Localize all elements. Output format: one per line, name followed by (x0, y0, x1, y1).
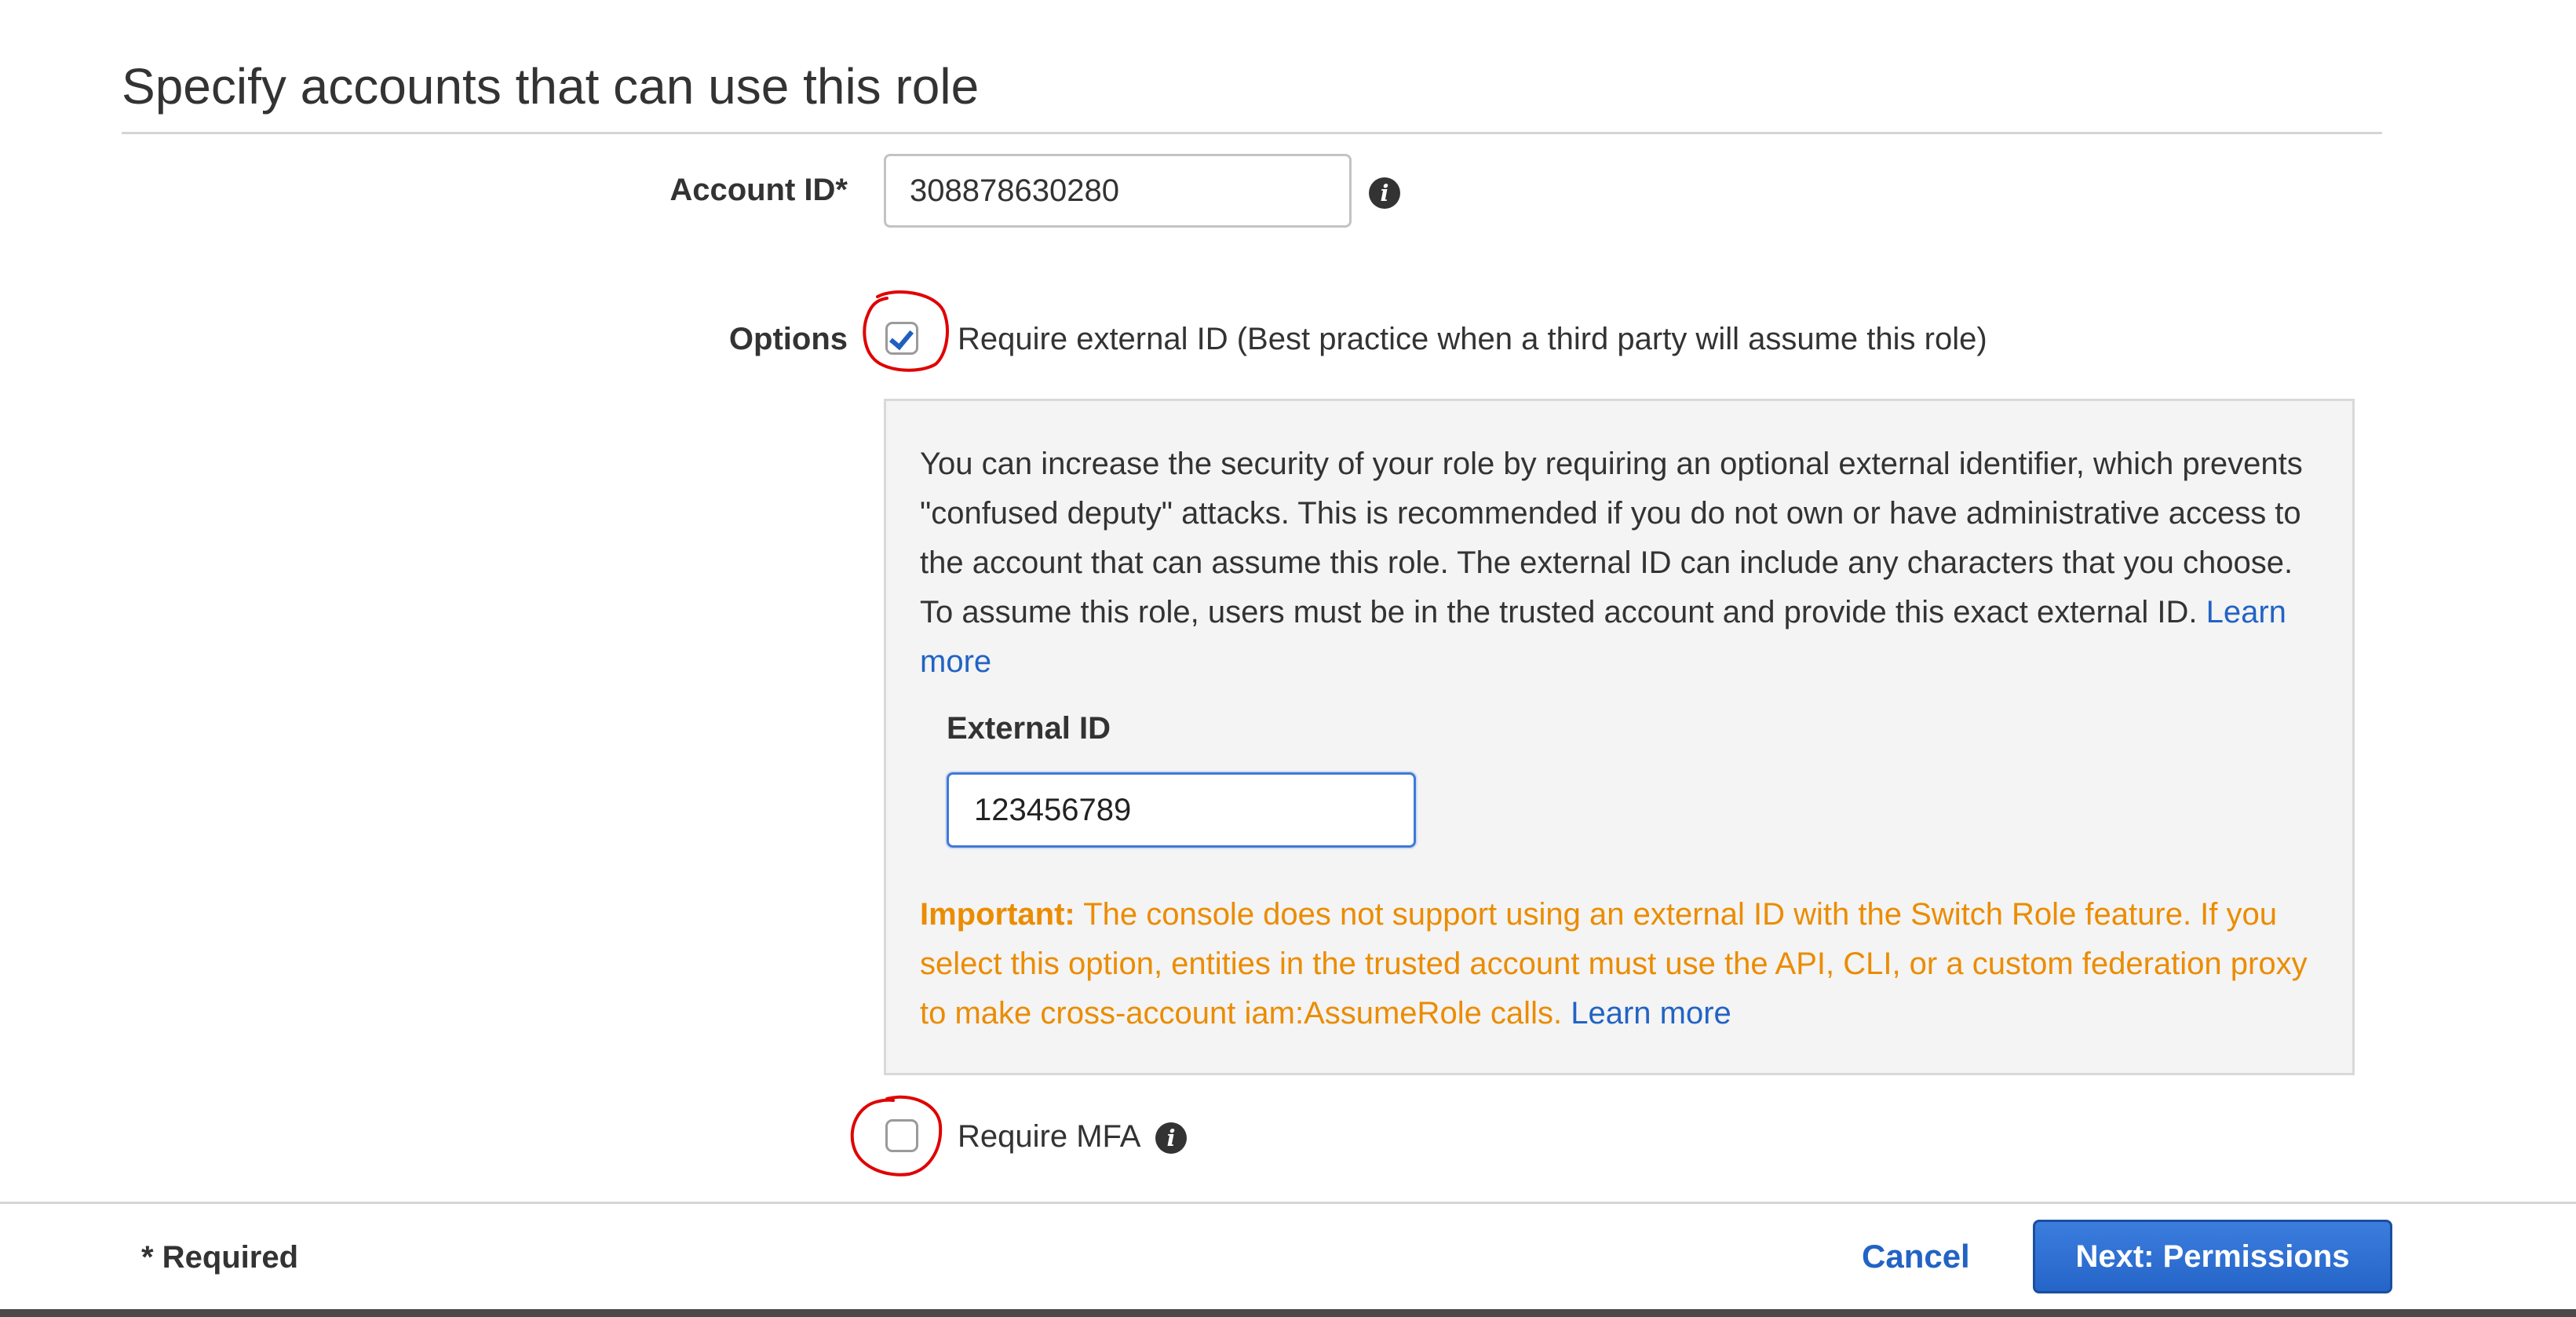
next-permissions-button[interactable]: Next: Permissions (2033, 1220, 2392, 1293)
description-text: You can increase the security of your ro… (920, 447, 2303, 629)
section-divider (122, 132, 2382, 134)
checkmark-icon (888, 324, 914, 351)
external-id-input[interactable] (947, 772, 1416, 848)
info-icon[interactable]: i (1155, 1122, 1187, 1154)
section-title: Specify accounts that can use this role (122, 58, 980, 115)
required-note: * Required (141, 1240, 299, 1275)
external-id-description: You can increase the security of your ro… (920, 440, 2333, 687)
window-bottom-edge (0, 1309, 2576, 1317)
require-external-id-label[interactable]: Require external ID (Best practice when … (958, 323, 1987, 355)
account-id-label: Account ID* (670, 173, 848, 207)
info-icon[interactable]: i (1369, 177, 1400, 209)
require-external-id-checkbox[interactable] (885, 322, 918, 355)
account-id-input[interactable] (884, 154, 1352, 228)
important-learn-more-link[interactable]: Learn more (1571, 996, 1731, 1031)
require-mfa-label[interactable]: Require MFA (958, 1121, 1140, 1152)
footer-divider (0, 1202, 2576, 1204)
options-label: Options (728, 322, 848, 356)
require-mfa-checkbox[interactable] (885, 1119, 918, 1152)
external-id-label: External ID (947, 711, 1111, 746)
important-label: Important: (920, 897, 1075, 932)
important-notice: Important: The console does not support … (920, 890, 2333, 1038)
cancel-button[interactable]: Cancel (1862, 1240, 1970, 1273)
